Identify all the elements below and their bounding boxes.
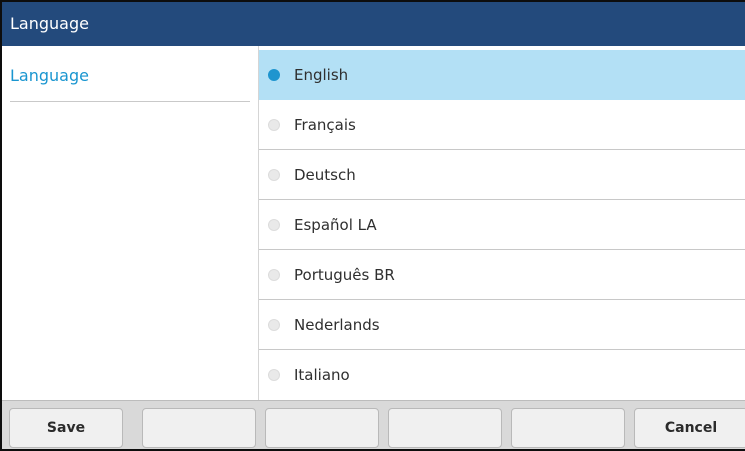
language-option-label: Deutsch (294, 165, 356, 184)
language-option-italiano[interactable]: Italiano (259, 350, 745, 400)
language-option-label: Español LA (294, 215, 377, 234)
radio-unselected-icon (268, 118, 280, 131)
language-option-francais[interactable]: Français (259, 100, 745, 150)
language-option-english[interactable]: English (259, 50, 745, 100)
radio-selected-icon (268, 69, 280, 81)
language-option-label: Português BR (294, 265, 395, 284)
language-option-nederlands[interactable]: Nederlands (259, 300, 745, 350)
softkey-5[interactable] (511, 408, 625, 448)
softkey-bar: Save Cancel (2, 400, 745, 449)
sidebar-item-language[interactable]: Language (10, 46, 250, 102)
cancel-button[interactable]: Cancel (634, 408, 745, 448)
language-option-label: Nederlands (294, 315, 380, 334)
softkey-4[interactable] (388, 408, 502, 448)
save-button[interactable]: Save (9, 408, 123, 448)
language-option-espanol-la[interactable]: Español LA (259, 200, 745, 250)
language-option-label: English (294, 66, 349, 84)
radio-unselected-icon (268, 318, 280, 331)
language-option-portugues-br[interactable]: Português BR (259, 250, 745, 300)
radio-unselected-icon (268, 218, 280, 231)
title-bar: Language (2, 2, 745, 46)
screen-title: Language (10, 14, 89, 33)
radio-unselected-icon (268, 369, 280, 381)
radio-unselected-icon (268, 268, 280, 281)
language-option-label: Italiano (294, 366, 350, 384)
language-option-list: English Français Deutsch Español LA Port… (259, 50, 745, 400)
sidebar-item-label: Language (10, 66, 89, 85)
language-option-deutsch[interactable]: Deutsch (259, 150, 745, 200)
softkey-2[interactable] (142, 408, 256, 448)
softkey-3[interactable] (265, 408, 379, 448)
language-settings-screen: Language Language English Français Deuts… (0, 0, 745, 451)
radio-unselected-icon (268, 168, 280, 181)
language-option-label: Français (294, 115, 356, 134)
category-sidebar: Language (2, 46, 258, 400)
